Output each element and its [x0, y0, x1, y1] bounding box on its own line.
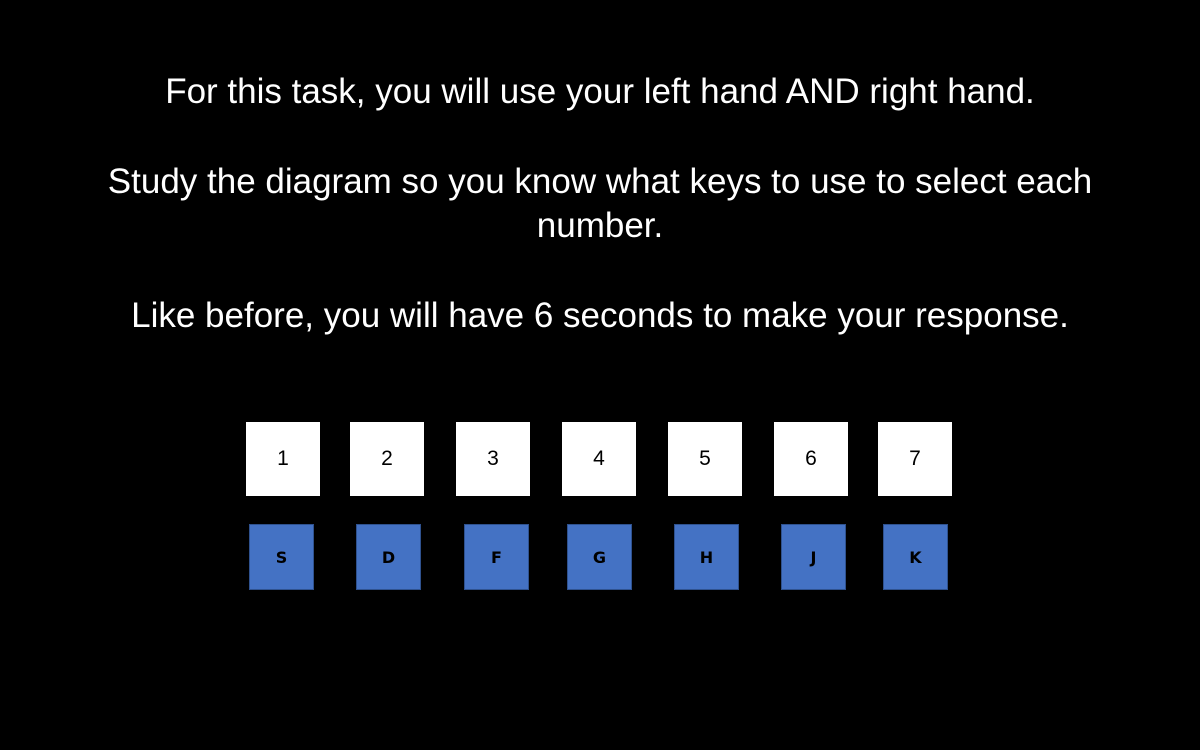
- number-box-6: 6: [774, 422, 848, 496]
- key-box-s: S: [249, 524, 314, 590]
- key-box-j: J: [781, 524, 846, 590]
- key-box-d: D: [356, 524, 421, 590]
- instruction-slide: For this task, you will use your left ha…: [0, 0, 1200, 750]
- key-box-k: K: [883, 524, 948, 590]
- instruction-line-hands: For this task, you will use your left ha…: [165, 72, 1035, 111]
- key-box-g: G: [567, 524, 632, 590]
- instructions-text: For this task, you will use your left ha…: [0, 70, 1200, 338]
- number-box-4: 4: [562, 422, 636, 496]
- key-box-h: H: [674, 524, 739, 590]
- number-box-2: 2: [350, 422, 424, 496]
- instruction-line-time: Like before, you will have 6 seconds to …: [131, 296, 1069, 335]
- number-box-1: 1: [246, 422, 320, 496]
- number-box-5: 5: [668, 422, 742, 496]
- number-box-3: 3: [456, 422, 530, 496]
- instruction-line-diagram-part1: Study the diagram so you know what keys …: [107, 162, 1093, 201]
- instruction-line-diagram-part2: number.: [536, 206, 664, 245]
- number-box-7: 7: [878, 422, 952, 496]
- key-box-f: F: [464, 524, 529, 590]
- instruction-line-diagram: Study the diagram so you know what keys …: [0, 160, 1200, 248]
